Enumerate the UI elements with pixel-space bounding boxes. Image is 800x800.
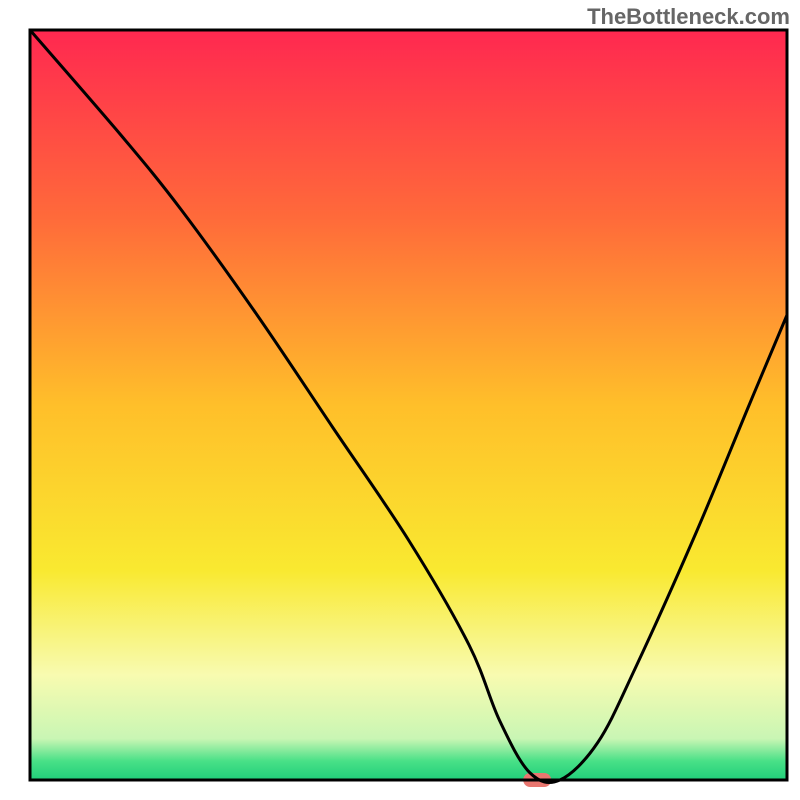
watermark-text: TheBottleneck.com	[587, 4, 790, 30]
chart-container: TheBottleneck.com	[0, 0, 800, 800]
plot-background	[30, 30, 787, 780]
bottleneck-chart	[0, 0, 800, 800]
